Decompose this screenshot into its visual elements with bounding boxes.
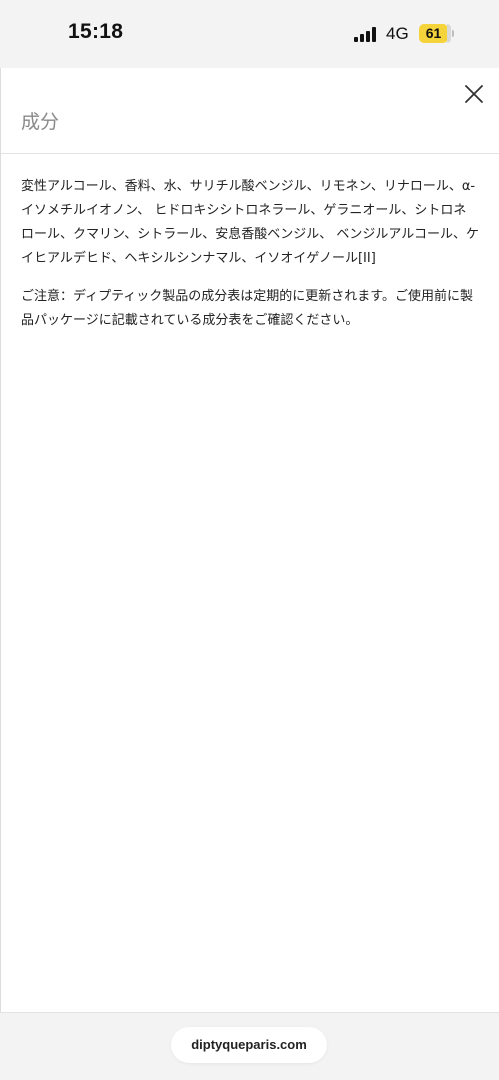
ingredients-list: 変性アルコール、香料、水、サリチル酸ベンジル、リモネン、リナロール、α-イソメチ…	[21, 179, 479, 266]
status-time: 15:18	[68, 20, 124, 43]
ingredients-sheet: 成分 変性アルコール、香料、水、サリチル酸ベンジル、リモネン、リナロール、α-イ…	[0, 68, 499, 1012]
screen: 15:18 4G 61 成分 変性アルコール、香料、水、サリチル酸ベンジル、リモ…	[0, 0, 499, 1080]
url-bar[interactable]: diptyqueparis.com	[171, 1027, 327, 1063]
browser-bottom-bar: diptyqueparis.com	[0, 1012, 499, 1080]
status-bar: 15:18 4G 61	[0, 0, 499, 68]
network-type: 4G	[386, 24, 409, 43]
close-button[interactable]	[462, 82, 486, 106]
sheet-body: 変性アルコール、香料、水、サリチル酸ベンジル、リモネン、リナロール、α-イソメチ…	[1, 154, 499, 333]
signal-icon	[354, 27, 380, 42]
battery-cap	[452, 30, 454, 37]
sheet-header: 成分	[1, 68, 499, 154]
ingredients-notice: ご注意：ディプティック製品の成分表は定期的に更新されます。ご使用前に製品パッケー…	[21, 289, 474, 328]
battery-empty-portion	[447, 24, 451, 43]
close-icon[interactable]	[462, 82, 486, 106]
battery-icon: 61	[419, 24, 448, 43]
sheet-title: 成分	[21, 111, 60, 133]
